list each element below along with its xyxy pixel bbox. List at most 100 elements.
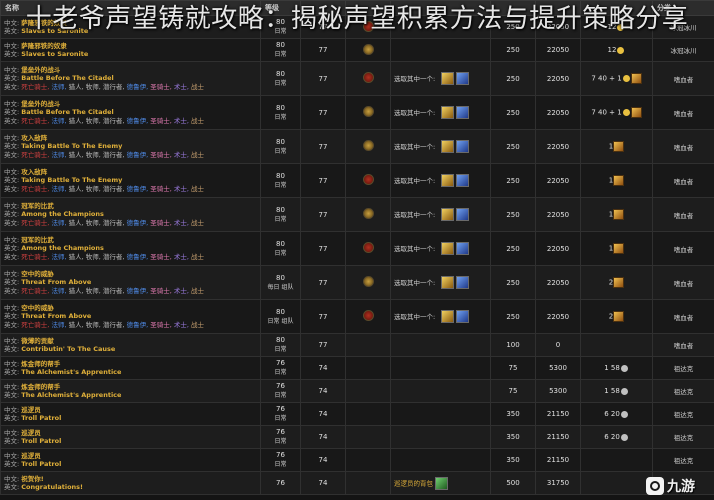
reward-item-icon[interactable] — [441, 276, 455, 289]
quest-name-zh[interactable]: 冠军的比武 — [21, 236, 54, 244]
reward-item-icon[interactable] — [456, 276, 470, 289]
category[interactable]: 嗜血者 — [652, 333, 714, 357]
category[interactable]: 祖达克 — [652, 425, 714, 449]
quest-name-en[interactable]: The Alchemist's Apprentice — [21, 391, 121, 399]
token-icon — [613, 175, 625, 186]
reward-item-icon[interactable] — [441, 140, 455, 153]
gold-coin-icon — [622, 109, 630, 116]
table-row[interactable]: 中文: 巡逻员 英文: Troll Patrol 76 日常 74 350 21150 6 2… — [0, 402, 714, 426]
category[interactable]: 祖达克 — [652, 402, 714, 426]
table-row[interactable]: 中文: 巡逻员 英文: Troll Patrol 76 日常 74 350 21150 6 2… — [0, 425, 714, 449]
table-row[interactable]: 中文: 空中的威胁 英文: Threat From Above 英文: 死亡骑士, … — [0, 265, 714, 300]
quest-name-zh[interactable]: 堡垒外的战斗 — [21, 100, 60, 108]
category[interactable]: 嗜血者 — [652, 95, 714, 130]
table-row[interactable]: 中文: 冠军的比武 英文: Among the Champions 英文: 死亡骑士… — [0, 197, 714, 232]
req-level: 77 — [300, 61, 346, 96]
quest-name-en[interactable]: Troll Patrol — [21, 414, 61, 422]
category[interactable]: 嗜血者 — [652, 197, 714, 232]
quest-name-zh[interactable]: 炼金师的帮手 — [21, 383, 60, 391]
xp-value: 5300 — [535, 356, 581, 380]
reward-item-icon[interactable] — [441, 174, 455, 187]
rep-value: 350 — [490, 448, 536, 472]
quest-name-en[interactable]: Slaves to Saronite — [21, 50, 88, 58]
table-row[interactable]: 中文: 炼金师的帮手 英文: The Alchemist's Apprentice… — [0, 356, 714, 380]
quest-name-zh[interactable]: 萨隆邪铁的奴隶 — [21, 42, 67, 50]
table-row[interactable]: 中文: 炼金师的帮手 英文: The Alchemist's Apprentice… — [0, 379, 714, 403]
category[interactable]: 嗜血者 — [652, 231, 714, 266]
quest-name-zh[interactable]: 祝贺你! — [21, 475, 43, 483]
zh-label: 中文: — [4, 65, 20, 74]
reward-item-icon[interactable] — [456, 140, 470, 153]
table-row[interactable]: 中文: 微薄的贡献 英文: Contributin' To The Cause 80… — [0, 333, 714, 357]
table-row[interactable]: 中文: 空中的威胁 英文: Threat From Above 英文: 死亡骑士, … — [0, 299, 714, 334]
table-row[interactable]: 中文: 攻入敌阵 英文: Taking Battle To The Enemy 英文… — [0, 129, 714, 164]
category[interactable]: 嗜血者 — [652, 61, 714, 96]
req-level: 74 — [300, 471, 346, 495]
token-icon — [613, 277, 625, 288]
req-level: 77 — [300, 129, 346, 164]
table-row[interactable]: 中文: 堡垒外的战斗 英文: Battle Before The Citadel 英… — [0, 95, 714, 130]
table-row[interactable]: 中文: 萨隆邪铁的奴隶 英文: Slaves to Saronite 80 日常 77 2… — [0, 38, 714, 62]
class-list: 英文: 死亡骑士, 法师, 猎人, 牧师, 潜行者, 德鲁伊, 圣骑士, 术士,… — [4, 184, 205, 193]
category[interactable]: 嗜血者 — [652, 299, 714, 334]
quest-name-zh[interactable]: 堡垒外的战斗 — [21, 66, 60, 74]
table-row[interactable]: 中文: 祝贺你! 英文: Congratulations! 76 74 巡逻员的背包 50… — [0, 471, 714, 495]
reward-item-icon[interactable] — [441, 106, 455, 119]
reward-item-icon[interactable] — [456, 106, 470, 119]
reward-item-icon[interactable] — [456, 72, 470, 85]
reward-item-icon[interactable] — [441, 72, 455, 85]
reward-item-icon[interactable] — [456, 208, 470, 221]
quest-name-en[interactable]: Threat From Above — [21, 312, 91, 320]
category[interactable]: 祖达克 — [652, 448, 714, 472]
zh-label: 中文: — [4, 382, 20, 391]
reward-item-icon[interactable] — [441, 310, 455, 323]
quest-name-en[interactable]: Congratulations! — [21, 483, 83, 491]
category[interactable]: 冰冠冰川 — [652, 38, 714, 62]
table-row[interactable]: 中文: 堡垒外的战斗 英文: Battle Before The Citadel 英… — [0, 61, 714, 96]
rep-value: 250 — [490, 61, 536, 96]
reward-item-icon[interactable] — [456, 174, 470, 187]
category[interactable]: 祖达克 — [652, 356, 714, 380]
quest-name-zh[interactable]: 微薄的贡献 — [21, 337, 54, 345]
reward-text: 选取其中一个: — [394, 176, 436, 185]
req-level: 77 — [300, 163, 346, 198]
quest-name-en[interactable]: Among the Champions — [21, 210, 104, 218]
faction-cell — [345, 197, 391, 232]
quest-name-zh[interactable]: 空中的威胁 — [21, 270, 54, 278]
table-row[interactable]: 中文: 巡逻员 英文: Troll Patrol 76 日常 74 350 21150 祖达克 — [0, 448, 714, 472]
quest-name-zh[interactable]: 空中的威胁 — [21, 304, 54, 312]
quest-name-zh[interactable]: 攻入敌阵 — [21, 134, 47, 142]
table-row[interactable]: 中文: 冠军的比武 英文: Among the Champions 英文: 死亡骑士… — [0, 231, 714, 266]
quest-name-en[interactable]: Threat From Above — [21, 278, 91, 286]
zh-label: 中文: — [4, 269, 20, 278]
quest-name-en[interactable]: Taking Battle To The Enemy — [21, 176, 122, 184]
reward-item-icon[interactable] — [435, 476, 448, 490]
reward-item-icon[interactable] — [456, 242, 470, 255]
reward-item-icon[interactable] — [441, 242, 455, 255]
quest-name-en[interactable]: Battle Before The Citadel — [21, 108, 114, 116]
category[interactable]: 嗜血者 — [652, 163, 714, 198]
quest-name-zh[interactable]: 炼金师的帮手 — [21, 360, 60, 368]
category[interactable]: 祖达克 — [652, 379, 714, 403]
quest-name-en[interactable]: Troll Patrol — [21, 460, 61, 468]
table-row[interactable]: 中文: 攻入敌阵 英文: Taking Battle To The Enemy 英文… — [0, 163, 714, 198]
quest-name-en[interactable]: The Alchemist's Apprentice — [21, 368, 121, 376]
quest-name-en[interactable]: Battle Before The Citadel — [21, 74, 114, 82]
quest-name-zh[interactable]: 巡逻员 — [21, 406, 41, 414]
faction-cell — [345, 333, 391, 357]
category[interactable]: 嗜血者 — [652, 265, 714, 300]
quest-name-en[interactable]: Troll Patrol — [21, 437, 61, 445]
reward-item-icon[interactable] — [456, 310, 470, 323]
quest-name-en[interactable]: Among the Champions — [21, 244, 104, 252]
quest-name-zh[interactable]: 巡逻员 — [21, 452, 41, 460]
watermark-text: 九游 — [667, 479, 695, 495]
quest-name-en[interactable]: Taking Battle To The Enemy — [21, 142, 122, 150]
reward-item-icon[interactable] — [441, 208, 455, 221]
quest-name-zh[interactable]: 冠军的比武 — [21, 202, 54, 210]
quest-name-zh[interactable]: 巡逻员 — [21, 429, 41, 437]
zh-label: 中文: — [4, 41, 20, 50]
xp-value: 22050 — [535, 38, 581, 62]
quest-name-zh[interactable]: 攻入敌阵 — [21, 168, 47, 176]
quest-name-en[interactable]: Contributin' To The Cause — [21, 345, 115, 353]
category[interactable]: 嗜血者 — [652, 129, 714, 164]
